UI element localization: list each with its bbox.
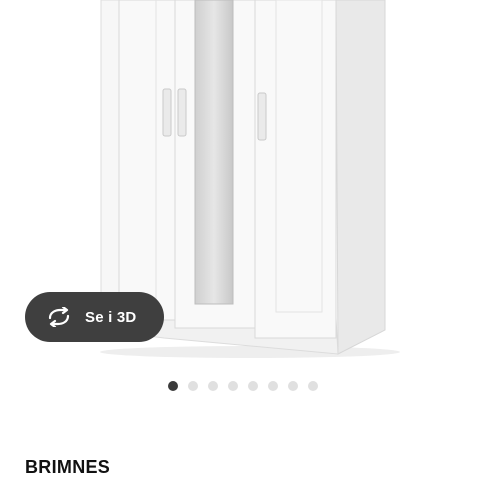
view-in-3d-button[interactable]: Se i 3D [25, 292, 164, 342]
handle-left-door [162, 88, 172, 137]
wardrobe-door-left [118, 0, 176, 321]
product-name: BRIMNES [25, 457, 111, 477]
rotate-arrows-icon [45, 306, 73, 328]
pagination-dot[interactable] [208, 381, 218, 391]
pagination-dot[interactable] [188, 381, 198, 391]
pagination-dot[interactable] [288, 381, 298, 391]
view-in-3d-label: Se i 3D [85, 308, 137, 326]
pagination-dot[interactable] [168, 381, 178, 391]
pagination-dot[interactable] [248, 381, 258, 391]
handle-mirror-door [177, 88, 187, 137]
wardrobe-side-panel [335, 0, 386, 355]
pagination-dot[interactable] [308, 381, 318, 391]
wardrobe-left-frame [100, 0, 122, 319]
pagination-dot[interactable] [268, 381, 278, 391]
pagination-dot[interactable] [228, 381, 238, 391]
image-pagination [168, 381, 318, 391]
wardrobe-door-right [254, 0, 337, 339]
handle-right-door [257, 92, 267, 141]
floor-shadow [100, 346, 400, 358]
mirror-glass [194, 0, 234, 305]
